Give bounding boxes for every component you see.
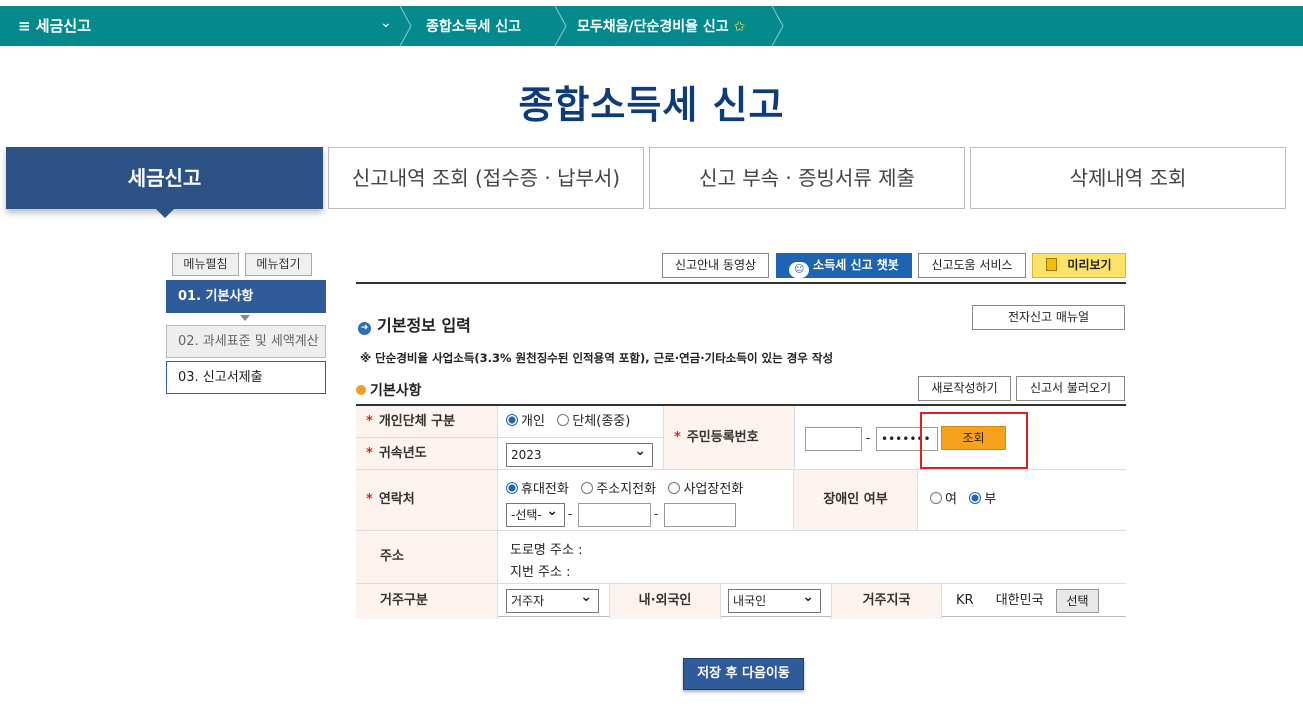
step-submit[interactable]: 03. 신고서제출 [166, 361, 326, 394]
lot-address: 지번 주소 : [510, 565, 571, 580]
label-rrn: * 주민등록번호 [663, 406, 794, 470]
tab-attachments[interactable]: 신고 부속 · 증빙서류 제출 [649, 147, 965, 209]
guide-video-button[interactable]: 신고안내 동영상 [662, 253, 769, 278]
breadcrumb-item-income-tax[interactable]: 종합소득세 신고 [426, 16, 521, 36]
phone-prefix-select[interactable]: -선택- [506, 500, 565, 527]
menu-collapse-button[interactable]: 메뉴접기 [245, 253, 312, 276]
country-code: KR [956, 593, 974, 608]
nationality-select[interactable]: 내국인 [728, 586, 821, 613]
label-year: * 귀속년도 [356, 438, 497, 470]
preview-button[interactable]: 미리보기 [1032, 253, 1126, 278]
radio-mobile[interactable] [506, 482, 518, 494]
radio-individual[interactable] [506, 414, 518, 426]
favorite-star-icon[interactable]: ✩ [734, 19, 746, 35]
rrn-dash: - [866, 431, 871, 445]
tab-deleted-history[interactable]: 삭제내역 조회 [970, 147, 1286, 209]
road-address: 도로명 주소 : [510, 543, 583, 558]
label-nationality: 내·외국인 [609, 584, 720, 619]
save-next-button[interactable]: 저장 후 다음이동 [683, 658, 804, 690]
page-title: 종합소득세 신고 [518, 83, 785, 127]
label-country: 거주지국 [831, 584, 941, 619]
highlight-box [920, 412, 1028, 469]
divider [356, 282, 1126, 284]
step-basic-info[interactable]: 01. 기본사항 [166, 280, 326, 313]
chatbot-icon: ☺ [789, 262, 810, 278]
notice-text: ※ 단순경비율 사업소득(3.3% 원천징수된 인적용역 포함), 근로·연금·… [360, 351, 834, 365]
radio-disabled-no[interactable] [969, 492, 982, 504]
label-type: * 개인단체 구분 [356, 406, 497, 438]
menu-expand-button[interactable]: 메뉴펼침 [172, 253, 239, 276]
country-select-button[interactable]: 선택 [1056, 589, 1099, 613]
breadcrumb-separator [554, 6, 567, 46]
radio-disabled-yes[interactable] [930, 492, 942, 504]
disabled-radio-group: 여 부 [917, 470, 1126, 531]
phone-dash: - [654, 507, 659, 521]
tab-report-history[interactable]: 신고내역 조회 (접수증 · 납부서) [328, 147, 644, 209]
arrow-right-icon: ➜ [358, 322, 371, 335]
rrn-first-input[interactable] [805, 427, 862, 451]
phone-last-input[interactable] [664, 503, 736, 527]
chevron-down-icon[interactable]: ⌄ [380, 15, 392, 31]
phone-dash: - [568, 507, 573, 521]
help-service-button[interactable]: 신고도움 서비스 [918, 253, 1026, 278]
subsection-title: 기본사항 [356, 380, 422, 400]
label-disabled: 장애인 여부 [793, 470, 917, 531]
load-report-button[interactable]: 신고서 불러오기 [1016, 376, 1125, 401]
section-title: ➜ 기본정보 입력 [358, 312, 471, 336]
breadcrumb-item-simple-report[interactable]: 모두채움/단순경비율 신고 ✩ [577, 16, 745, 36]
breadcrumb-separator [771, 6, 784, 46]
menu-toggle[interactable]: ≡ 세금신고 [18, 15, 91, 36]
new-report-button[interactable]: 새로작성하기 [918, 376, 1011, 401]
chatbot-button[interactable]: ☺ 소득세 신고 챗봇 [776, 253, 912, 278]
bullet-icon [356, 385, 366, 395]
label-address: 주소 [356, 531, 497, 584]
step-tax-calc[interactable]: 02. 과세표준 및 세액계산 [166, 325, 326, 358]
country-name: 대한민국 [995, 593, 1044, 608]
label-contact: * 연락처 [356, 470, 497, 531]
residence-select[interactable]: 거주자 [506, 586, 599, 613]
radio-work-phone[interactable] [668, 482, 681, 494]
radio-group[interactable] [557, 414, 570, 426]
top-nav-bar: ≡ 세금신고 ⌄ 종합소득세 신고 모두채움/단순경비율 신고 ✩ [0, 6, 1303, 46]
phone-middle-input[interactable] [578, 503, 651, 527]
address-cell: 도로명 주소 : 지번 주소 : [497, 531, 1126, 584]
document-icon [1046, 258, 1058, 271]
breadcrumb-separator [399, 6, 412, 46]
radio-home-phone[interactable] [581, 482, 594, 494]
label-residence: 거주구분 [356, 584, 497, 619]
tab-tax-report[interactable]: 세금신고 [6, 147, 323, 218]
manual-button[interactable]: 전자신고 매뉴얼 [972, 305, 1125, 330]
step-arrow-icon [240, 315, 250, 321]
year-select[interactable]: 2023 [506, 440, 653, 467]
type-radio-group: 개인 단체(종중) [497, 406, 663, 438]
